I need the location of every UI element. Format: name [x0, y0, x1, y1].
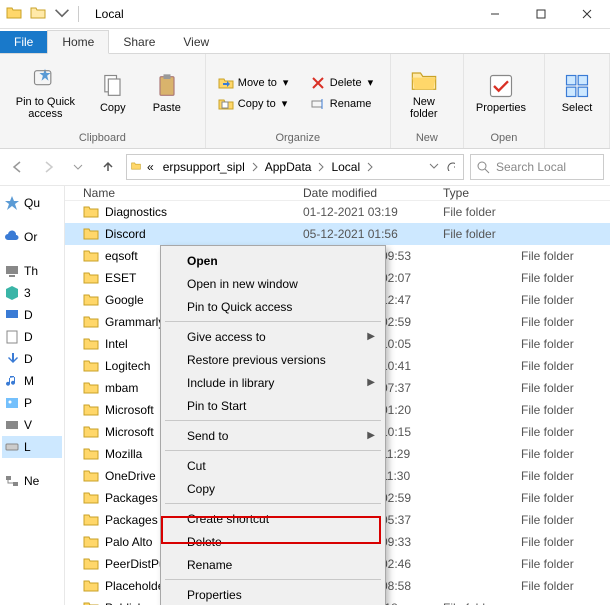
ctx-send-to[interactable]: Send to▶ [163, 424, 383, 447]
tab-view[interactable]: View [169, 31, 223, 53]
col-name[interactable]: Name [65, 186, 303, 200]
address-bar: « erpsupport_sipl AppData Local Search L… [0, 149, 610, 186]
copy-button[interactable]: Copy [87, 70, 139, 116]
ctx-open[interactable]: Open [163, 249, 383, 272]
nav-item[interactable]: D [2, 348, 62, 370]
pin-quick-access-button[interactable]: Pin to Quick access [6, 64, 85, 122]
ctx-open-new[interactable]: Open in new window [163, 272, 383, 295]
ctx-copy[interactable]: Copy [163, 477, 383, 500]
table-row[interactable]: Diagnostics01-12-2021 03:19File folder [65, 201, 610, 223]
qat-new-folder-icon[interactable] [30, 5, 46, 24]
search-input[interactable]: Search Local [470, 154, 604, 180]
tab-share[interactable]: Share [109, 31, 169, 53]
paste-button[interactable]: Paste [141, 70, 193, 116]
search-icon [477, 161, 490, 174]
nav-item[interactable]: P [2, 392, 62, 414]
select-button[interactable]: Select [551, 70, 603, 116]
copyto-button[interactable]: Copy to▾ [214, 95, 300, 113]
nav-item[interactable]: M [2, 370, 62, 392]
chevron-right-icon: ▶ [367, 430, 375, 441]
breadcrumb[interactable]: « erpsupport_sipl AppData Local [126, 154, 464, 180]
ctx-rename[interactable]: Rename [163, 553, 383, 576]
delete-button[interactable]: Delete▾ [306, 74, 382, 92]
nav-item[interactable]: Ne [2, 470, 62, 492]
ctx-properties[interactable]: Properties [163, 583, 383, 605]
forward-button[interactable] [36, 155, 60, 179]
up-button[interactable] [96, 155, 120, 179]
ctx-cut[interactable]: Cut [163, 454, 383, 477]
nav-item[interactable]: Qu [2, 192, 62, 214]
table-row[interactable]: Discord05-12-2021 01:56File folder [65, 223, 610, 245]
window-title: Local [87, 7, 132, 21]
ctx-pin-quick[interactable]: Pin to Quick access [163, 295, 383, 318]
nav-item[interactable]: Or [2, 226, 62, 248]
close-button[interactable] [564, 0, 610, 28]
moveto-button[interactable]: Move to▾ [214, 74, 300, 92]
col-date[interactable]: Date modified [303, 186, 443, 200]
ctx-include-lib[interactable]: Include in library▶ [163, 371, 383, 394]
nav-pane[interactable]: QuOrTh3DDDMPVLNe [0, 186, 65, 605]
column-headers[interactable]: Name Date modified Type [65, 186, 610, 201]
group-new-label: New [391, 132, 463, 148]
refresh-icon[interactable] [441, 160, 459, 174]
dropdown-icon[interactable] [429, 160, 439, 174]
maximize-button[interactable] [518, 0, 564, 28]
col-type[interactable]: Type [443, 186, 610, 200]
tab-file[interactable]: File [0, 31, 47, 53]
titlebar: Local [0, 0, 610, 29]
new-folder-button[interactable]: New folder [397, 64, 451, 122]
recent-button[interactable] [66, 155, 90, 179]
ctx-give-access[interactable]: Give access to▶ [163, 325, 383, 348]
nav-item[interactable]: D [2, 326, 62, 348]
minimize-button[interactable] [472, 0, 518, 28]
nav-item[interactable]: 3 [2, 282, 62, 304]
tab-home[interactable]: Home [47, 30, 109, 54]
separator [78, 6, 79, 22]
breadcrumb-root-icon [131, 160, 141, 174]
properties-button[interactable]: Properties [470, 70, 532, 116]
chevron-right-icon: ▶ [367, 377, 375, 388]
qat-dropdown-icon[interactable] [54, 5, 70, 24]
chevron-right-icon: ▶ [367, 331, 375, 342]
ctx-restore[interactable]: Restore previous versions [163, 348, 383, 371]
group-clipboard-label: Clipboard [0, 132, 205, 148]
nav-item[interactable]: V [2, 414, 62, 436]
ribbon: Pin to Quick access Copy Paste Clipboard… [0, 54, 610, 149]
back-button[interactable] [6, 155, 30, 179]
group-organize-label: Organize [206, 132, 390, 148]
nav-item[interactable]: D [2, 304, 62, 326]
rename-button[interactable]: Rename [306, 95, 382, 113]
ctx-create-shortcut[interactable]: Create shortcut [163, 507, 383, 530]
nav-item[interactable]: Th [2, 260, 62, 282]
ribbon-tabs: File Home Share View [0, 29, 610, 54]
group-open-label: Open [464, 132, 544, 148]
folder-icon [6, 5, 22, 24]
ctx-delete[interactable]: Delete [163, 530, 383, 553]
nav-item[interactable]: L [2, 436, 62, 458]
ctx-pin-start[interactable]: Pin to Start [163, 394, 383, 417]
context-menu: Open Open in new window Pin to Quick acc… [160, 245, 386, 605]
